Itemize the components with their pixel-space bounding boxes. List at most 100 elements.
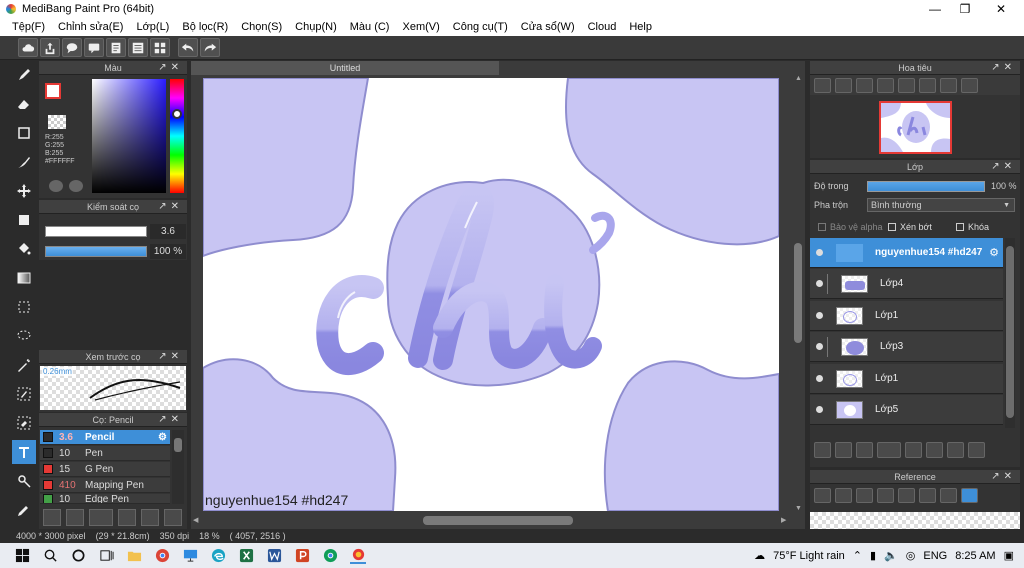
close-button[interactable]: ✕ — [983, 0, 1019, 17]
brush-item-g-pen[interactable]: 15 G Pen — [40, 462, 170, 477]
brush-settings-button[interactable] — [118, 508, 136, 526]
notification-icon[interactable]: ▣ — [1004, 549, 1014, 562]
panel-popout-close-icon[interactable]: ↗✕ — [158, 62, 183, 73]
menu-filter[interactable]: Bộ lọc(R) — [182, 21, 228, 33]
reset-view-button[interactable] — [919, 77, 936, 93]
visibility-eye-icon[interactable] — [816, 375, 823, 382]
add-brush-dropdown-button[interactable] — [89, 508, 113, 526]
brush-list-scrollbar[interactable] — [172, 430, 184, 504]
cloud-button[interactable] — [18, 38, 38, 57]
document-tab[interactable]: Untitled — [191, 61, 499, 75]
transparent-color-swatch[interactable] — [48, 115, 66, 129]
line-tool[interactable] — [12, 150, 36, 174]
medibang-app-button[interactable] — [350, 548, 366, 564]
menu-snap[interactable]: Chụp(N) — [295, 21, 337, 33]
visibility-eye-icon[interactable] — [816, 249, 823, 256]
menu-file[interactable]: Tệp(F) — [12, 21, 45, 33]
menu-window[interactable]: Cửa sổ(W) — [521, 21, 575, 33]
redo-button[interactable] — [200, 38, 220, 57]
new-folder-button[interactable] — [905, 442, 922, 458]
list-button[interactable] — [128, 38, 148, 57]
layer-opacity-slider[interactable] — [867, 181, 985, 192]
weather-text[interactable]: 75°F Light rain — [773, 550, 845, 562]
select-pen-tool[interactable] — [12, 382, 36, 406]
palette-icon[interactable] — [49, 180, 63, 192]
layer-item-lop5[interactable]: Lớp5 — [810, 395, 1003, 425]
bucket-tool[interactable] — [12, 237, 36, 261]
operation-tool[interactable] — [12, 469, 36, 493]
undo-button[interactable] — [178, 38, 198, 57]
blend-mode-select[interactable]: Bình thường ▼ — [867, 198, 1015, 212]
navigator-thumbnail[interactable] — [879, 101, 952, 154]
visibility-eye-icon[interactable] — [816, 312, 823, 319]
new-halftone-layer-button[interactable] — [856, 442, 873, 458]
new-brush-button[interactable] — [66, 508, 84, 526]
reference-cloud-button[interactable] — [814, 487, 831, 503]
magic-wand-tool[interactable] — [12, 353, 36, 377]
excel-app-button[interactable] — [238, 548, 254, 564]
menu-edit[interactable]: Chỉnh sửa(E) — [58, 21, 123, 33]
message-button[interactable] — [84, 38, 104, 57]
lasso-tool[interactable] — [12, 324, 36, 348]
clipping-checkbox[interactable]: Xén bớt — [888, 222, 932, 232]
layer-item-lop1-b[interactable]: Lớp1 — [810, 364, 1003, 394]
fill-rect-tool[interactable] — [12, 208, 36, 232]
reference-zoom-out-button[interactable] — [919, 487, 936, 503]
menu-tools[interactable]: Công cụ(T) — [453, 21, 508, 33]
color-settings-icon[interactable] — [69, 180, 83, 192]
powerpoint-app-button[interactable] — [294, 548, 310, 564]
comment-button[interactable] — [62, 38, 82, 57]
volume-icon[interactable]: 🔈 — [884, 549, 898, 562]
rotate-right-button[interactable] — [940, 77, 957, 93]
shape-tool[interactable] — [12, 121, 36, 145]
battery-icon[interactable]: ▮ — [870, 549, 876, 562]
reference-fit-button[interactable] — [898, 487, 915, 503]
brush-item-pencil[interactable]: 3.6 Pencil ⚙ — [40, 430, 170, 445]
delete-layer-button[interactable] — [968, 442, 985, 458]
menu-color[interactable]: Màu (C) — [350, 21, 390, 33]
hue-slider[interactable] — [170, 79, 184, 193]
weather-icon[interactable]: ☁ — [754, 549, 765, 562]
select-tool[interactable] — [12, 295, 36, 319]
brush-item-edge-pen[interactable]: 10 Edge Pen — [40, 494, 170, 504]
panel-popout-close-icon[interactable]: ↗✕ — [158, 351, 183, 362]
brush-folder-button[interactable] — [141, 508, 159, 526]
move-tool[interactable] — [12, 179, 36, 203]
dropper-tool[interactable] — [12, 498, 36, 522]
reference-canvas[interactable] — [810, 512, 1020, 529]
brush-tool[interactable] — [12, 63, 36, 87]
menu-view[interactable]: Xem(V) — [402, 21, 439, 33]
panel-popout-close-icon[interactable]: ↗✕ — [158, 201, 183, 212]
chrome-app-button-2[interactable] — [322, 548, 338, 564]
panel-popout-close-icon[interactable]: ↗✕ — [991, 62, 1016, 73]
eraser-tool[interactable] — [12, 92, 36, 116]
panel-popout-close-icon[interactable]: ↗✕ — [991, 161, 1016, 172]
new-color-layer-button[interactable] — [835, 442, 852, 458]
task-view-button[interactable] — [98, 548, 114, 564]
clock[interactable]: 8:25 AM — [955, 550, 995, 562]
grid-button[interactable] — [150, 38, 170, 57]
zoom-in-button[interactable] — [835, 77, 852, 93]
document-button[interactable] — [106, 38, 126, 57]
gradient-tool[interactable] — [12, 266, 36, 290]
panel-popout-close-icon[interactable]: ↗✕ — [158, 414, 183, 425]
delete-brush-button[interactable] — [164, 508, 182, 526]
visibility-eye-icon[interactable] — [816, 406, 823, 413]
menu-cloud[interactable]: Cloud — [588, 21, 617, 33]
reference-close-button[interactable] — [856, 487, 873, 503]
reference-open-button[interactable] — [835, 487, 852, 503]
search-button[interactable] — [42, 548, 58, 564]
menu-select[interactable]: Chọn(S) — [241, 21, 282, 33]
display-app-button[interactable] — [182, 548, 198, 564]
lock-checkbox[interactable]: Khóa — [956, 222, 989, 232]
cortana-button[interactable] — [70, 548, 86, 564]
language-indicator[interactable]: ENG — [923, 550, 947, 562]
file-explorer-button[interactable] — [126, 548, 142, 564]
scroll-up-arrow-icon[interactable]: ▲ — [795, 75, 802, 82]
panel-popout-close-icon[interactable]: ↗✕ — [991, 471, 1016, 482]
gear-icon[interactable]: ⚙ — [158, 432, 167, 443]
merge-layer-button[interactable] — [947, 442, 964, 458]
duplicate-layer-button[interactable] — [926, 442, 943, 458]
brush-opacity-slider[interactable] — [45, 246, 147, 257]
brush-item-pen[interactable]: 10 Pen — [40, 446, 170, 461]
